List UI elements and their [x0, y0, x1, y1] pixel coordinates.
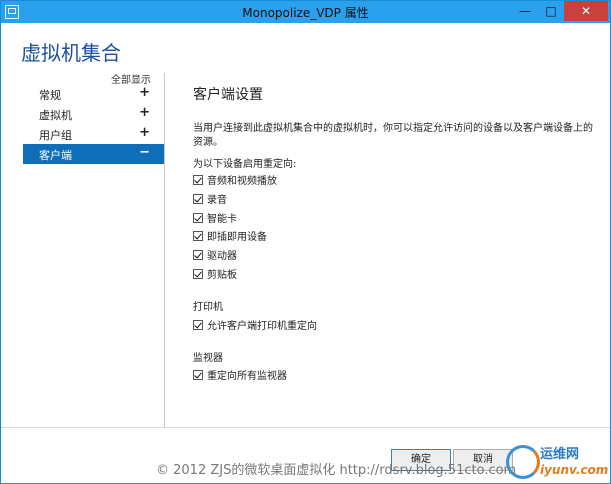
checkbox-printer-redirect[interactable]: 允许客户端打印机重定向	[193, 317, 317, 332]
checkbox-redirect-monitors[interactable]: 重定向所有监视器	[193, 367, 287, 382]
sidebar-item-label: 虚拟机	[39, 109, 72, 122]
properties-window: Monopolize_VDP 属性 — □ ✕ 虚拟机集合 全部显示 常规 + …	[0, 0, 611, 484]
sidebar-item-virtual-machines[interactable]: 虚拟机 +	[23, 104, 164, 124]
sidebar-item-label: 客户端	[39, 149, 72, 162]
checkbox-clipboard[interactable]: 剪贴板	[193, 266, 237, 281]
minimize-button[interactable]: —	[512, 1, 538, 21]
checkbox-checked-icon[interactable]	[193, 174, 203, 185]
expand-plus-icon: +	[139, 105, 150, 120]
checkbox-audio-video[interactable]: 音频和视频播放	[193, 172, 277, 187]
checkbox-plug-and-play[interactable]: 即插即用设备	[193, 228, 267, 243]
checkbox-recording[interactable]: 录音	[193, 191, 227, 206]
section-description: 当用户连接到此虚拟机集合中的虚拟机时，你可以指定允许访问的设备以及客户端设备上的…	[193, 123, 593, 148]
checkbox-checked-icon[interactable]	[193, 369, 203, 380]
title-bar[interactable]: Monopolize_VDP 属性 — □ ✕	[1, 1, 610, 23]
checkbox-checked-icon[interactable]	[193, 268, 203, 279]
sidebar-nav: 常规 + 虚拟机 + 用户组 + 客户端 −	[23, 84, 164, 164]
sidebar-item-client[interactable]: 客户端 −	[23, 144, 164, 164]
vertical-divider	[164, 73, 165, 428]
sidebar-item-user-groups[interactable]: 用户组 +	[23, 124, 164, 144]
logo-en-text: iyunv.com	[540, 463, 609, 477]
checkbox-checked-icon[interactable]	[193, 230, 203, 241]
expand-plus-icon: +	[139, 125, 150, 140]
checkbox-checked-icon[interactable]	[193, 193, 203, 204]
checkbox-smart-card[interactable]: 智能卡	[193, 210, 237, 225]
sidebar-item-general[interactable]: 常规 +	[23, 84, 164, 104]
sidebar-item-label: 用户组	[39, 129, 72, 142]
close-button[interactable]: ✕	[564, 1, 608, 21]
checkbox-drives[interactable]: 驱动器	[193, 247, 237, 262]
site-logo-watermark: 运维网 iyunv.com	[504, 441, 610, 481]
monitor-heading: 监视器	[193, 353, 223, 364]
logo-cn-text: 运维网	[540, 447, 580, 462]
section-title: 客户端设置	[193, 87, 263, 103]
checkbox-checked-icon[interactable]	[193, 249, 203, 260]
redirect-label: 为以下设备启用重定向:	[193, 159, 297, 170]
checkbox-checked-icon[interactable]	[193, 319, 203, 330]
blog-watermark: © 2012 ZJS的微软桌面虚拟化 http://rdsrv.blog.51c…	[156, 463, 517, 478]
swirl-logo-icon	[506, 445, 540, 479]
collapse-minus-icon: −	[139, 145, 150, 160]
sidebar-item-label: 常规	[39, 89, 61, 102]
printer-heading: 打印机	[193, 302, 223, 313]
footer-divider	[1, 427, 610, 428]
checkbox-checked-icon[interactable]	[193, 212, 203, 223]
expand-plus-icon: +	[139, 85, 150, 100]
maximize-button[interactable]: □	[538, 1, 564, 21]
page-title: 虚拟机集合	[21, 41, 121, 65]
